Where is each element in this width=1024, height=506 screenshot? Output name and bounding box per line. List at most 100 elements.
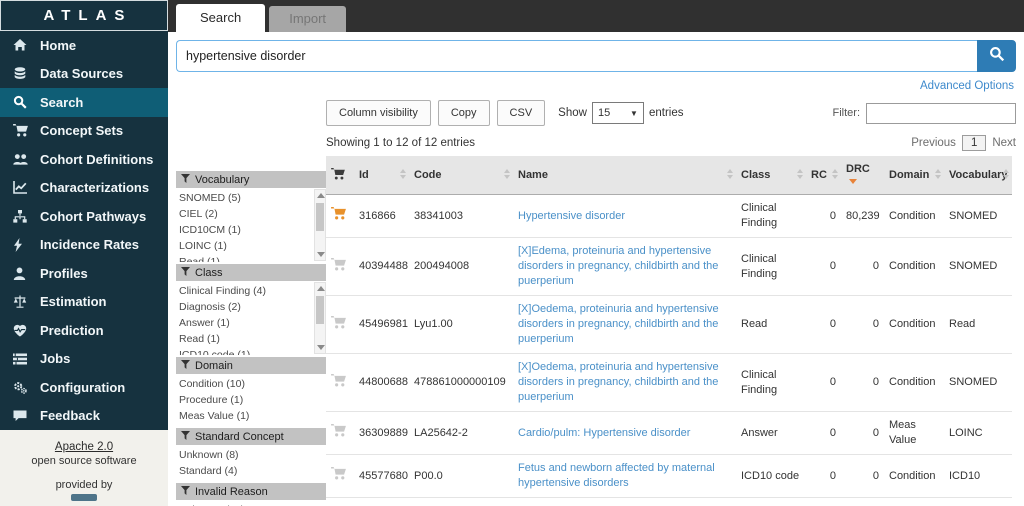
sidebar-item-label: Search [40, 94, 84, 110]
cell-class: Diagnosis [736, 497, 806, 506]
page-number-button[interactable]: 1 [961, 135, 987, 151]
search-input[interactable] [176, 40, 977, 72]
cell-vocabulary: ICD10 [944, 454, 1012, 498]
sidebar-item-estimation[interactable]: Estimation [0, 288, 168, 317]
search-bar [168, 32, 1024, 74]
facet-option[interactable]: Standard (4) [179, 463, 326, 479]
column-header-drc[interactable]: DRC [841, 156, 884, 195]
sidebar-item-profiles[interactable]: Profiles [0, 259, 168, 288]
sidebar-item-prediction[interactable]: Prediction [0, 316, 168, 345]
facet-header-class[interactable]: Class [176, 264, 326, 281]
concept-link[interactable]: Cardio/pulm: Hypertensive disorder [518, 427, 690, 439]
add-to-cart-button[interactable] [326, 353, 354, 412]
facet-option[interactable]: ICD10CM (1) [179, 222, 312, 238]
sidebar-item-cohort-definitions[interactable]: Cohort Definitions [0, 145, 168, 174]
facet-header-domain[interactable]: Domain [176, 357, 326, 374]
sidebar-item-configuration[interactable]: Configuration [0, 373, 168, 402]
sidebar-item-characterizations[interactable]: Characterizations [0, 174, 168, 203]
page-length-select[interactable]: 15 ▼ [591, 102, 644, 124]
concept-link[interactable]: [X]Oedema, proteinuria and hypertensive … [518, 361, 719, 403]
provider-logo [71, 494, 97, 501]
facet-option[interactable]: Answer (1) [179, 315, 312, 331]
filter-funnel-icon [181, 430, 190, 443]
facet-option[interactable]: LOINC (1) [179, 238, 312, 254]
facet-option[interactable]: Unknown (10) [179, 502, 326, 506]
add-to-cart-button[interactable] [326, 411, 354, 455]
sidebar-item-search[interactable]: Search [0, 88, 168, 117]
add-to-cart-button[interactable] [326, 497, 354, 506]
cell-rc: 0 [806, 454, 841, 498]
facet-class: Class Clinical Finding (4) Diagnosis (2)… [176, 264, 326, 355]
previous-page-button[interactable]: Previous [911, 137, 956, 149]
add-to-cart-button[interactable] [326, 454, 354, 498]
cell-rc: 0 [806, 353, 841, 412]
cell-id: 40394488 [354, 237, 409, 296]
facet-option[interactable]: Read (1) [179, 331, 312, 347]
facet-option[interactable]: Unknown (8) [179, 447, 326, 463]
cell-drc: 0 [841, 295, 884, 354]
add-to-cart-button[interactable] [326, 195, 354, 238]
sidebar-item-home[interactable]: Home [0, 31, 168, 60]
column-header-domain[interactable]: Domain [884, 156, 944, 195]
column-header-cart[interactable] [326, 156, 354, 195]
facet-option[interactable]: Clinical Finding (4) [179, 283, 312, 299]
sidebar-item-data-sources[interactable]: Data Sources [0, 60, 168, 89]
facet-scrollbar[interactable] [314, 189, 326, 261]
column-header-id[interactable]: Id [354, 156, 409, 195]
search-button[interactable] [977, 40, 1016, 72]
sidebar-item-concept-sets[interactable]: Concept Sets [0, 117, 168, 146]
facet-option[interactable]: Procedure (1) [179, 392, 326, 408]
facet-header-vocabulary[interactable]: Vocabulary [176, 171, 326, 188]
sidebar-item-feedback[interactable]: Feedback [0, 402, 168, 431]
next-page-button[interactable]: Next [992, 137, 1016, 149]
concept-link[interactable]: [X]Edema, proteinuria and hypertensive d… [518, 245, 718, 287]
tab-search[interactable]: Search [176, 4, 266, 32]
column-visibility-button[interactable]: Column visibility [326, 100, 431, 126]
tab-import[interactable]: Import [269, 6, 347, 32]
concept-link[interactable]: [X]Oedema, proteinuria and hypertensive … [518, 303, 719, 345]
concept-link[interactable]: Fetus and newborn affected by maternal h… [518, 462, 715, 489]
apache-license-link[interactable]: Apache 2.0 [55, 441, 113, 453]
sort-icons [797, 169, 803, 179]
facet-option[interactable]: Diagnosis (2) [179, 299, 312, 315]
cell-vocabulary: SNOMED [944, 353, 1012, 412]
sidebar-item-label: Home [40, 37, 77, 53]
cell-code: P00.0 [409, 454, 513, 498]
facet-option[interactable]: Read (1) [179, 254, 312, 262]
column-header-name[interactable]: Name [513, 156, 736, 195]
facet-panel: Vocabulary SNOMED (5) CIEL (2) ICD10CM (… [176, 94, 326, 506]
column-header-code[interactable]: Code [409, 156, 513, 195]
sidebar-item-jobs[interactable]: Jobs [0, 345, 168, 374]
add-to-cart-button[interactable] [326, 237, 354, 296]
filter-control: Filter: [833, 102, 1016, 124]
facet-option[interactable]: ICD10 code (1) [179, 347, 312, 355]
concept-link[interactable]: Hypertensive disorder [518, 210, 625, 222]
facet-header-invalid-reason[interactable]: Invalid Reason [176, 483, 326, 500]
csv-button[interactable]: CSV [496, 100, 546, 126]
column-header-vocabulary[interactable]: Vocabulary [944, 156, 1012, 195]
sidebar-nav: Home Data Sources Search Concept Sets Co… [0, 31, 168, 430]
cell-name: [X]Oedema, proteinuria and hypertensive … [513, 295, 736, 354]
sort-icons [504, 169, 510, 179]
balance-scale-icon [13, 295, 30, 309]
facet-option[interactable]: CIEL (2) [179, 206, 312, 222]
column-header-rc[interactable]: RC [806, 156, 841, 195]
gears-icon [13, 380, 30, 394]
sidebar-item-incidence-rates[interactable]: Incidence Rates [0, 231, 168, 260]
sidebar-item-label: Incidence Rates [40, 237, 139, 253]
cell-class: ICD10 code [736, 454, 806, 498]
facet-list-vocabulary: SNOMED (5) CIEL (2) ICD10CM (1) LOINC (1… [176, 188, 326, 262]
table-row: 45916441 140292 Fetus or Newborn Affecte… [326, 497, 1012, 506]
facet-option[interactable]: Meas Value (1) [179, 408, 326, 424]
column-header-class[interactable]: Class [736, 156, 806, 195]
add-to-cart-button[interactable] [326, 295, 354, 354]
filter-input[interactable] [866, 102, 1016, 124]
sort-icons [727, 169, 733, 179]
facet-option[interactable]: SNOMED (5) [179, 190, 312, 206]
facet-option[interactable]: Condition (10) [179, 376, 326, 392]
facet-header-standard-concept[interactable]: Standard Concept [176, 428, 326, 445]
copy-button[interactable]: Copy [437, 100, 490, 126]
sidebar-item-cohort-pathways[interactable]: Cohort Pathways [0, 202, 168, 231]
facet-scrollbar[interactable] [314, 282, 326, 354]
advanced-options-link[interactable]: Advanced Options [920, 80, 1014, 92]
